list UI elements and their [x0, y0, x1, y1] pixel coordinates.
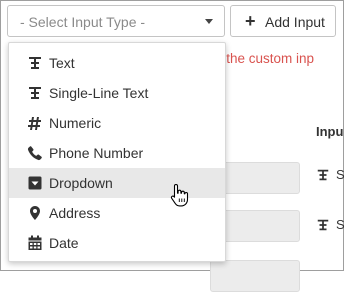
add-input-button[interactable]: + Add Input	[230, 5, 336, 37]
menu-item-label: Numeric	[49, 115, 102, 131]
input-type-menu: Text Single-Line Text Numeric Phone Numb…	[8, 42, 226, 262]
text-format-icon	[317, 169, 329, 181]
dropdown-box-icon	[28, 176, 42, 190]
menu-item-label: Address	[49, 205, 101, 221]
text-format-icon	[29, 87, 41, 99]
menu-item-phone-number[interactable]: Phone Number	[9, 138, 225, 168]
calendar-icon	[28, 235, 42, 250]
map-pin-icon	[30, 206, 40, 220]
menu-item-label: Single-Line Text	[49, 85, 149, 101]
hand-pointer-cursor-icon	[170, 183, 189, 207]
row-type-label: S	[336, 167, 344, 182]
caret-down-icon	[205, 19, 213, 24]
menu-item-date[interactable]: Date	[9, 228, 225, 258]
row-name-field[interactable]	[210, 260, 300, 292]
menu-item-numeric[interactable]: Numeric	[9, 108, 225, 138]
input-type-select[interactable]: - Select Input Type -	[7, 5, 225, 37]
phone-icon	[27, 146, 42, 161]
plus-icon: +	[245, 11, 256, 31]
menu-item-label: Text	[49, 55, 75, 71]
hash-icon	[28, 117, 41, 130]
menu-item-text[interactable]: Text	[9, 48, 225, 78]
text-format-icon	[29, 57, 41, 69]
menu-item-label: Dropdown	[49, 175, 113, 191]
menu-item-label: Phone Number	[49, 145, 144, 161]
row-type-label: S	[336, 217, 344, 232]
menu-item-label: Date	[49, 235, 79, 251]
add-input-label: Add Input	[265, 14, 325, 30]
text-format-icon	[317, 219, 329, 231]
input-column-header: Inpu	[316, 124, 344, 139]
menu-item-single-line-text[interactable]: Single-Line Text	[9, 78, 225, 108]
menu-item-address[interactable]: Address	[9, 198, 225, 228]
menu-item-dropdown[interactable]: Dropdown	[9, 168, 225, 198]
select-placeholder: - Select Input Type -	[20, 14, 146, 30]
